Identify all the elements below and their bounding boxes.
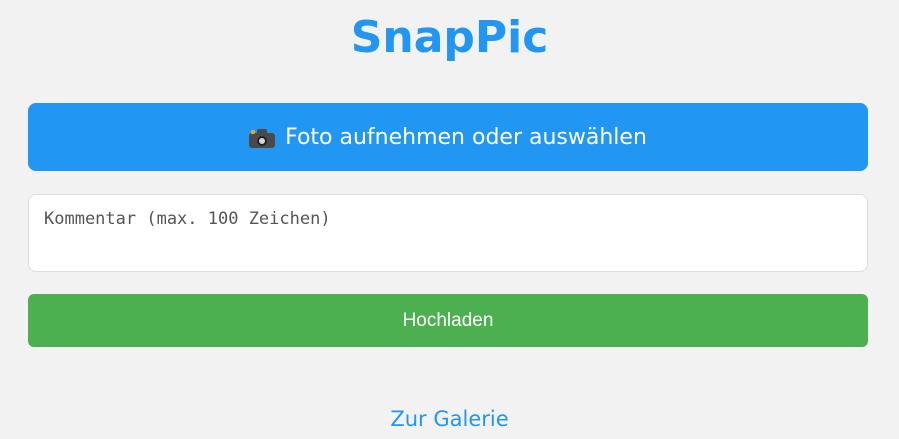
app-container: SnapPic Foto aufnehmen oder auswählen Ho…: [0, 0, 899, 439]
upload-button[interactable]: Hochladen: [28, 294, 868, 347]
app-title: SnapPic: [350, 12, 549, 63]
take-photo-label: Foto aufnehmen oder auswählen: [285, 124, 647, 150]
comment-input[interactable]: [28, 194, 868, 272]
camera-icon: [249, 128, 276, 148]
gallery-link[interactable]: Zur Galerie: [0, 404, 899, 434]
take-photo-button[interactable]: Foto aufnehmen oder auswählen: [28, 103, 868, 171]
